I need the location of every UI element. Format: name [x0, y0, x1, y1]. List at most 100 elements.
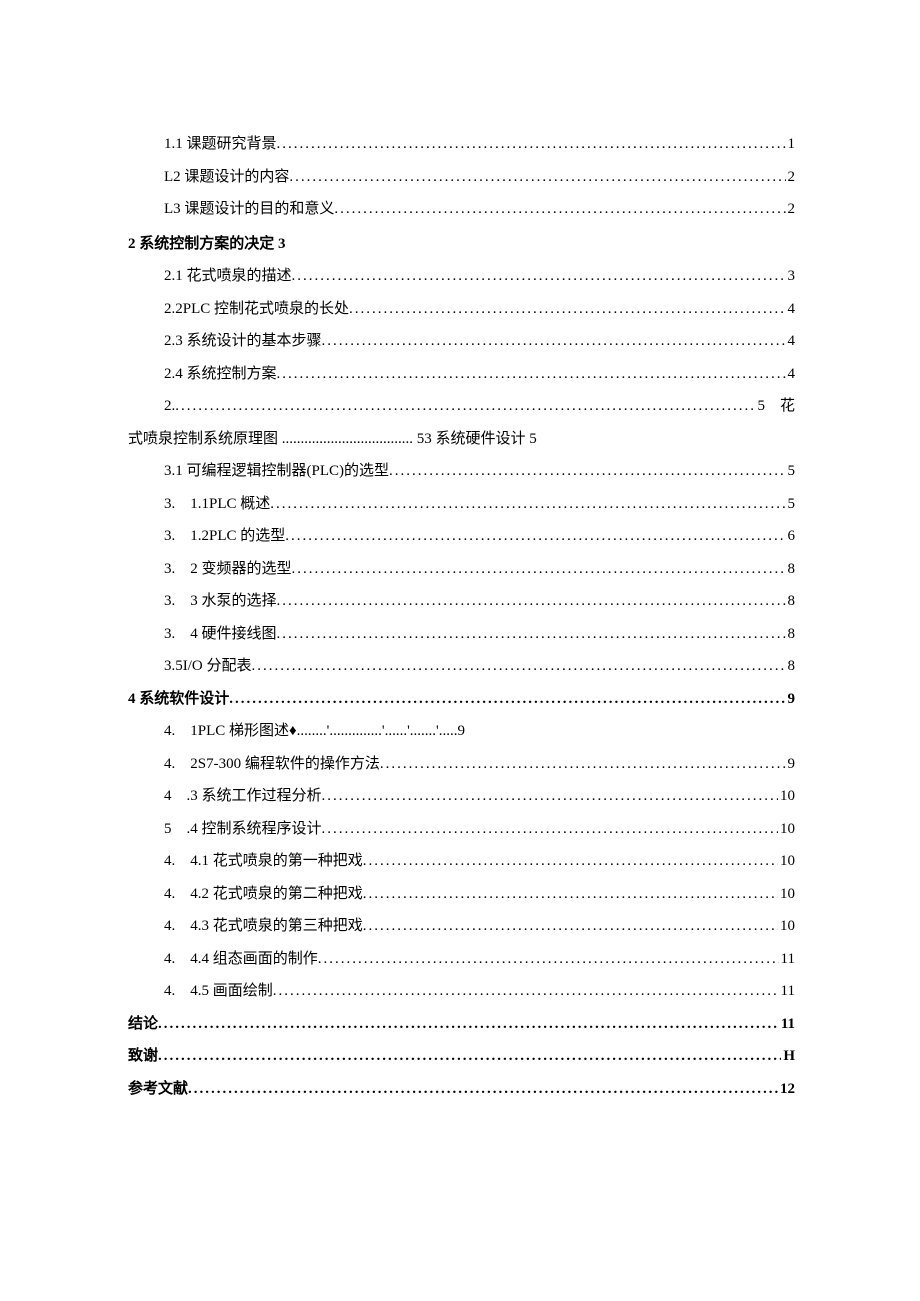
toc-leader-dots — [292, 555, 786, 584]
toc-leader-dots — [363, 847, 778, 876]
toc-page-number: 2 — [786, 163, 796, 192]
toc-page-number: 5 — [786, 490, 796, 519]
toc-entry-label: 4. 4.2 花式喷泉的第二种把戏 — [164, 880, 363, 909]
toc-page-number: 9 — [786, 750, 796, 779]
toc-leader-dots — [334, 195, 785, 224]
toc-entry-label: 3.1 可编程逻辑控制器(PLC)的选型 — [164, 457, 389, 486]
toc-leader-dots — [277, 360, 786, 389]
toc-page-number: 6 — [786, 522, 796, 551]
toc-leader-dots — [252, 652, 786, 681]
toc-page-number: 4 — [786, 295, 796, 324]
toc-leader-dots — [380, 750, 786, 779]
toc-entry-label: 1.1 课题研究背景 — [164, 130, 277, 159]
toc-entry: 2.5 花 — [128, 392, 795, 421]
toc-leader-dots — [363, 912, 778, 941]
toc-entry: 4. 4.2 花式喷泉的第二种把戏 10 — [128, 880, 795, 909]
toc-leader-dots — [322, 782, 778, 811]
toc-page-number: 10 — [778, 912, 795, 941]
toc-entry-label: 4 .3 系统工作过程分析 — [164, 782, 322, 811]
toc-entry: 2.2PLC 控制花式喷泉的长处4 — [128, 295, 795, 324]
toc-entry-wrap-text: 式喷泉控制系统原理图 .............................… — [128, 431, 537, 447]
toc-leader-dots — [322, 327, 786, 356]
toc-entry-label: L3 课题设计的目的和意义 — [164, 195, 334, 224]
toc-entry: 结论 11 — [128, 1010, 795, 1039]
toc-entry-label: 3. 1.2PLC 的选型 — [164, 522, 285, 551]
toc-entry-label: 结论 — [128, 1010, 158, 1039]
toc-entry: 4. 4.3 花式喷泉的第三种把戏 10 — [128, 912, 795, 941]
toc-leader-dots — [363, 880, 778, 909]
toc-entry: 4. 2S7-300 编程软件的操作方法 9 — [128, 750, 795, 779]
toc-entry: 4. 4.1 花式喷泉的第一种把戏 10 — [128, 847, 795, 876]
toc-entry-tail: 5 花 — [755, 392, 795, 421]
toc-entry: 3.5I/O 分配表 8 — [128, 652, 795, 681]
toc-leader-dots — [158, 1042, 781, 1071]
toc-page-number: 9 — [786, 685, 796, 714]
toc-leader-dots — [277, 587, 786, 616]
toc-entry-label: 参考文献 — [128, 1075, 188, 1104]
toc-page-number: 8 — [786, 652, 796, 681]
toc-entry: L2 课题设计的内容 2 — [128, 163, 795, 192]
toc-leader-dots — [270, 490, 785, 519]
toc-entry: 2.3 系统设计的基本步骤 4 — [128, 327, 795, 356]
toc-page-number: 4 — [786, 327, 796, 356]
toc-page-number: 2 — [786, 195, 796, 224]
toc-leader-dots — [158, 1010, 779, 1039]
toc-page-number: 10 — [778, 782, 795, 811]
toc-page-number: 10 — [778, 815, 795, 844]
toc-entry: 3. 2 变频器的选型 8 — [128, 555, 795, 584]
toc-entry-label: 3.5I/O 分配表 — [164, 652, 252, 681]
toc-entry: 3. 3 水泵的选择8 — [128, 587, 795, 616]
toc-entry: 2.1 花式喷泉的描述 3 — [128, 262, 795, 291]
toc-entry-label: L2 课题设计的内容 — [164, 163, 289, 192]
toc-entry-label: 致谢 — [128, 1042, 158, 1071]
toc-page-number: 4 — [786, 360, 796, 389]
toc-entry-label: 3. 1.1PLC 概述 — [164, 490, 270, 519]
toc-page-number: 3 — [786, 262, 796, 291]
toc-entry-label: 2.1 花式喷泉的描述 — [164, 262, 292, 291]
toc-page-number: 10 — [778, 847, 795, 876]
toc-entry: 4. 1PLC 梯形图述♦........'..............'...… — [128, 717, 795, 746]
toc-entry: 2.4 系统控制方案4 — [128, 360, 795, 389]
toc-leader-dots — [292, 262, 786, 291]
toc-entry-label: 4. 2S7-300 编程软件的操作方法 — [164, 750, 380, 779]
toc-leader-dots — [322, 815, 778, 844]
toc-entry-wrap: 式喷泉控制系统原理图 .............................… — [128, 425, 795, 454]
toc-page-number: 11 — [779, 1010, 795, 1039]
toc-leader-dots — [318, 945, 779, 974]
toc-entry: 3. 4 硬件接线图8 — [128, 620, 795, 649]
toc-page-number: 11 — [779, 977, 795, 1006]
toc-page-number: 8 — [786, 555, 796, 584]
toc-entry-label: 4. 4.3 花式喷泉的第三种把戏 — [164, 912, 363, 941]
toc-page-number: 8 — [786, 587, 796, 616]
toc-leader-dots — [349, 295, 785, 324]
toc-leader-dots — [389, 457, 785, 486]
toc-entry-label: 4. 4.5 画面绘制 — [164, 977, 273, 1006]
toc-entry-label: 4. 4.1 花式喷泉的第一种把戏 — [164, 847, 363, 876]
toc-entry: 4 .3 系统工作过程分析 10 — [128, 782, 795, 811]
toc-entry-label: 2.3 系统设计的基本步骤 — [164, 327, 322, 356]
toc-leader-dots — [188, 1075, 778, 1104]
toc-entry: L3 课题设计的目的和意义 2 — [128, 195, 795, 224]
toc-entry: 3.1 可编程逻辑控制器(PLC)的选型 5 — [128, 457, 795, 486]
toc-heading: 2 系统控制方案的决定 3 — [128, 230, 795, 259]
toc-leader-dots — [277, 130, 786, 159]
toc-entry: 4. 4.5 画面绘制 11 — [128, 977, 795, 1006]
toc-entry: 3. 1.2PLC 的选型 6 — [128, 522, 795, 551]
toc-page-number: H — [781, 1042, 795, 1071]
toc-entry: 致谢 H — [128, 1042, 795, 1071]
toc-leader-dots — [175, 392, 755, 421]
toc-entry: 4 系统软件设计 9 — [128, 685, 795, 714]
toc-page-number: 5 — [786, 457, 796, 486]
toc-entry-label: 4 系统软件设计 — [128, 685, 229, 714]
toc-page-number: 8 — [786, 620, 796, 649]
toc-leader-dots — [289, 163, 785, 192]
toc-entry: 3. 1.1PLC 概述 5 — [128, 490, 795, 519]
toc-entry-label: 4. 4.4 组态画面的制作 — [164, 945, 318, 974]
toc-leader-dots — [229, 685, 785, 714]
toc-page-number: 12 — [778, 1075, 795, 1104]
toc-page-number: 10 — [778, 880, 795, 909]
toc-page: 1.1 课题研究背景1L2 课题设计的内容2L3 课题设计的目的和意义22 系统… — [0, 0, 920, 1301]
toc-entry: 5 .4 控制系统程序设计10 — [128, 815, 795, 844]
toc-entry-label: 3. 2 变频器的选型 — [164, 555, 292, 584]
toc-page-number: 11 — [779, 945, 795, 974]
